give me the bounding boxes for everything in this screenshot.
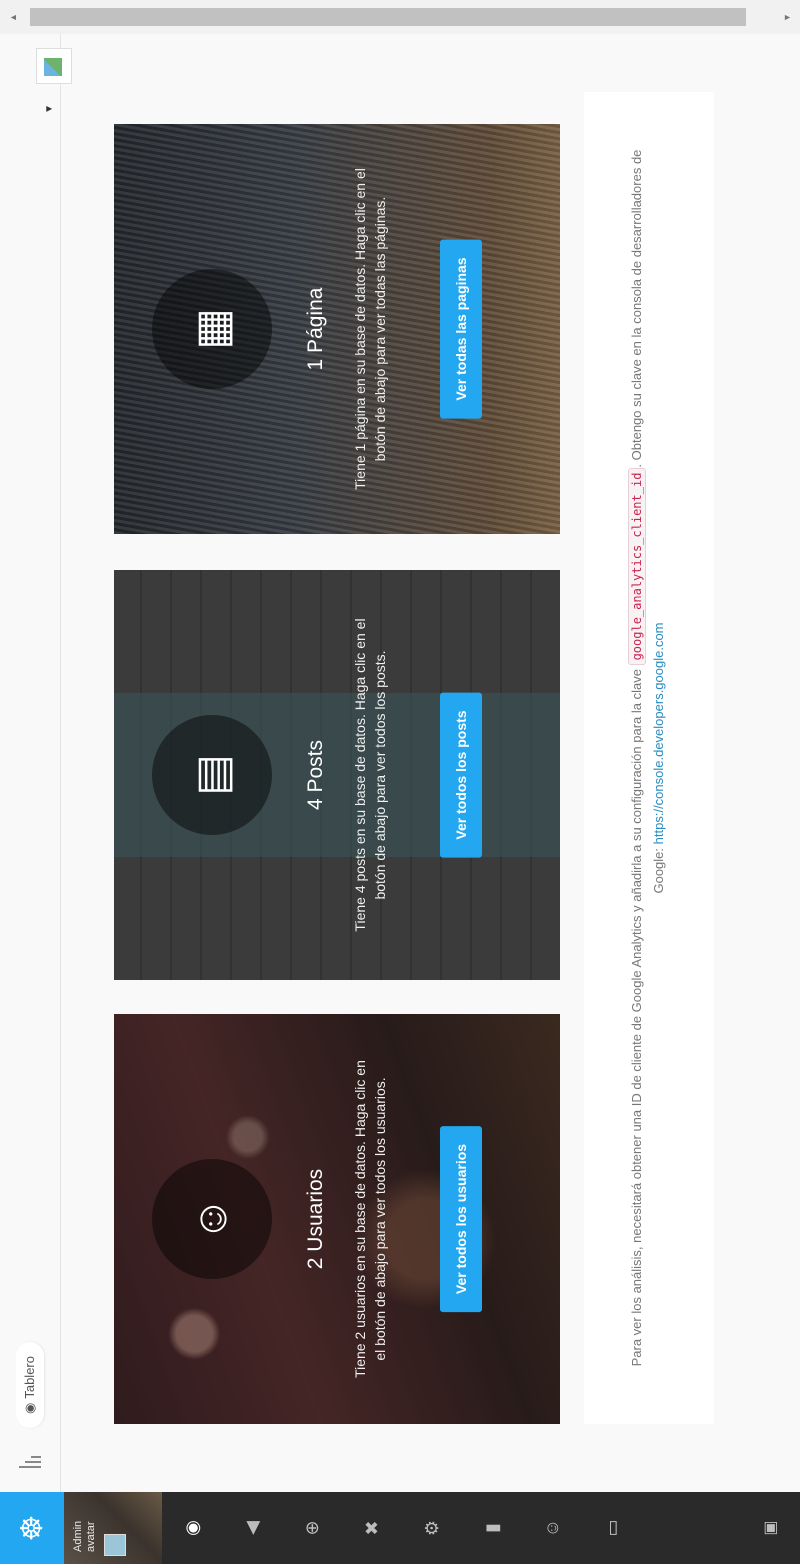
news-icon: ▤ [152,715,272,835]
palette-icon: ◉ [181,1520,202,1536]
card-title: 4 Posts [304,739,327,811]
view-all-users-button[interactable]: Ver todos los usuarios [440,1125,482,1313]
analytics-text-before: Para ver los análisis, necesitará obtene… [629,669,644,1367]
file-text-icon: ▦ [152,269,272,389]
caret-down-icon[interactable]: ▼ [44,104,55,114]
profile-name: Admin avatar [72,1520,97,1552]
card-title: 2 Usuarios [304,1168,327,1270]
people-icon: ☺ [541,1518,562,1538]
sidebar-item-tools[interactable]: ✖ [342,1492,402,1564]
pages-card: ▦ 1 Página Tiene 1 página en su base de … [114,124,560,534]
palette-icon: ◉ [22,1402,37,1414]
breadcrumb-label: Tablero [22,1356,37,1399]
sidebar-item-bread[interactable]: ⊕ [282,1492,342,1564]
tablet-icon[interactable]: ▣ [740,1492,800,1564]
view-all-pages-button[interactable]: Ver todas las paginas [440,239,482,419]
sidebar: ☸ Admin avatar ◉ ◀ ⊕ ✖ ⚙ ▮ ☺ ▭ ▣ [0,1492,800,1564]
card-title: 1 Página [304,287,327,371]
scroll-up-icon[interactable]: ▲ [8,13,18,22]
bullhorn-icon: ◀ [241,1521,262,1535]
sidebar-item-categories[interactable]: ▭ [582,1492,642,1564]
view-all-posts-button[interactable]: Ver todos los posts [440,692,482,858]
tools-icon: ✖ [361,1520,382,1536]
posts-card: ▤ 4 Posts Tiene 4 posts en su base de da… [114,570,560,980]
card-description: Tiene 2 usuarios en su base de datos. Ha… [352,1060,388,1378]
topbar: ◉ Tablero [0,0,61,1492]
sidebar-item-users[interactable]: ☺ [522,1492,582,1564]
breadcrumb[interactable]: ◉ Tablero [16,1342,44,1428]
google-console-link[interactable]: https://console.developers.google.com [651,622,666,844]
scrollbar[interactable]: ▲ ▼ [0,0,800,34]
settings-icon: ⚙ [421,1519,442,1537]
people-icon: ☺ [152,1159,272,1279]
book-icon: ▮ [481,1523,502,1533]
users-card: ☺ 2 Usuarios Tiene 2 usuarios en su base… [114,1014,560,1424]
user-avatar[interactable] [36,48,72,84]
scroll-down-icon[interactable]: ▼ [782,13,792,22]
avatar[interactable] [104,1534,126,1556]
sidebar-item-settings[interactable]: ⚙ [402,1492,462,1564]
dashboard-page: ☸ Admin avatar ◉ ◀ ⊕ ✖ ⚙ ▮ ☺ ▭ ▣ ◉ Tabler… [0,0,800,1564]
analytics-text: Para ver los análisis, necesitará obtene… [626,142,670,1374]
card-description: Tiene 1 página en su base de datos. Haga… [352,168,388,490]
sidebar-item-dashboard[interactable]: ◉ [162,1492,222,1564]
sidebar-item-media[interactable]: ◀ [222,1492,282,1564]
card-description: Tiene 4 posts en su base de datos. Haga … [352,618,388,932]
bread-icon: ⊕ [301,1520,322,1536]
helm-icon[interactable]: ☸ [0,1492,64,1564]
bread-alt-icon: ▭ [601,1519,622,1537]
menu-toggle-icon[interactable] [19,1432,41,1492]
profile-area[interactable]: Admin avatar [64,1492,162,1564]
sidebar-item-posts[interactable]: ▮ [462,1492,522,1564]
scrollbar-thumb[interactable] [30,8,746,26]
analytics-notice: Para ver los análisis, necesitará obtene… [584,92,714,1424]
config-key: google_analytics_client_id [628,467,646,666]
